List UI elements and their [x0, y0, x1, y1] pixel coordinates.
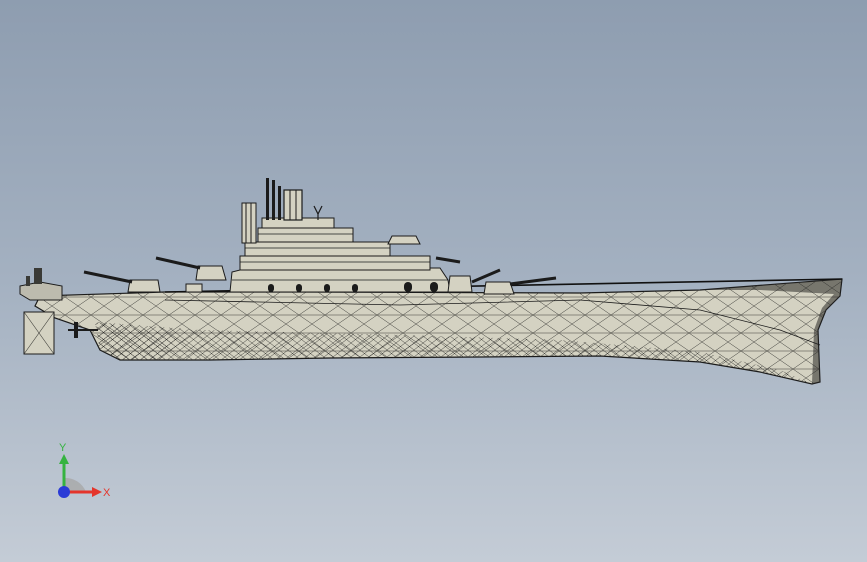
y-axis-label: Y — [59, 442, 67, 454]
superstructure — [229, 178, 451, 293]
x-axis-label: X — [103, 487, 111, 499]
z-axis-icon — [58, 486, 70, 498]
battleship-model-icon[interactable] — [0, 0, 867, 562]
hull — [34, 278, 843, 385]
graphics-viewport[interactable]: Y X — [0, 0, 867, 562]
